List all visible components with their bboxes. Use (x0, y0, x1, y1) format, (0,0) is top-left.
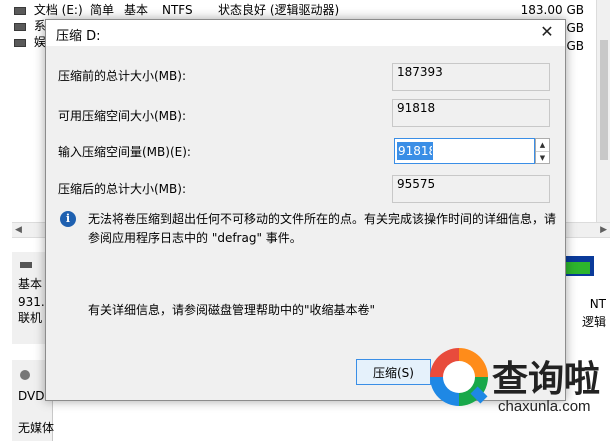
watermark-logo-icon (430, 348, 488, 406)
cdrom-icon (20, 370, 30, 380)
watermark-url: chaxunla.com (498, 398, 591, 415)
drive-icon (14, 6, 26, 15)
dialog-title: 压缩 D: (56, 29, 101, 44)
shrink-amount-input[interactable] (397, 142, 433, 160)
spin-up-icon[interactable]: ▲ (536, 139, 549, 151)
partition-kind-label: 逻辑 (581, 315, 606, 329)
volume-name: 文档 (E:) (33, 3, 83, 17)
cdrom-state: 无媒体 (18, 421, 55, 435)
volume-row[interactable]: 娱 (14, 34, 46, 50)
info-icon: i (60, 211, 76, 227)
volume-status: 状态良好 (逻辑驱动器) (218, 3, 340, 17)
partition-fs-label: NT (589, 297, 606, 311)
volume-layout: 简单 (90, 3, 115, 17)
spin-down-icon[interactable]: ▼ (536, 151, 549, 164)
scroll-right-icon[interactable]: ▶ (600, 225, 607, 235)
help-message: 有关详细信息，请参阅磁盘管理帮助中的"收缩基本卷" (88, 303, 376, 317)
total-after-label: 压缩后的总计大小(MB): (58, 182, 186, 196)
scrollbar-thumb[interactable] (600, 40, 608, 160)
volume-list-scrollbar[interactable] (596, 0, 610, 236)
watermark-title: 查询啦 (492, 359, 601, 400)
volume-row[interactable]: 文档 (E:) 简单 基本 NTFS 状态良好 (逻辑驱动器) (14, 2, 339, 18)
close-icon[interactable]: ✕ (537, 22, 557, 42)
disk-type: 基本 (18, 277, 43, 291)
shrink-amount-label: 输入压缩空间量(MB)(E): (58, 145, 191, 159)
volume-type: 基本 (124, 3, 149, 17)
total-before-value: 187393 (392, 63, 550, 91)
site-watermark: 查询啦 chaxunla.com (430, 348, 608, 420)
volume-fs: NTFS (162, 3, 193, 17)
shrink-amount-field[interactable] (394, 138, 535, 164)
volume-capacity: 183.00 GB (520, 3, 584, 17)
drive-icon (14, 22, 26, 31)
cdrom-type: DVD (18, 389, 45, 403)
volume-row[interactable]: 系 (14, 18, 46, 34)
dialog-titlebar[interactable]: 压缩 D: ✕ (46, 20, 565, 46)
disk-size: 931. (18, 295, 45, 309)
shrink-dialog: 压缩 D: ✕ 压缩前的总计大小(MB): 187393 可用压缩空间大小(MB… (45, 19, 566, 401)
drive-icon (14, 38, 26, 47)
volume-capacity: GB (566, 39, 584, 53)
available-label: 可用压缩空间大小(MB): (58, 109, 186, 123)
shrink-button[interactable]: 压缩(S) (356, 359, 431, 385)
volume-capacity: GB (566, 21, 584, 35)
scroll-left-icon[interactable]: ◀ (15, 225, 22, 235)
info-message: 无法将卷压缩到超出任何不可移动的文件所在的点。有关完成该操作时间的详细信息，请参… (88, 212, 557, 245)
total-after-value: 95575 (392, 175, 550, 203)
disk-icon (20, 262, 32, 268)
shrink-amount-spinner[interactable]: ▲ ▼ (535, 138, 550, 164)
partition-logical-bar (566, 262, 590, 274)
total-before-label: 压缩前的总计大小(MB): (58, 69, 186, 83)
available-value: 91818 (392, 99, 550, 127)
disk-state: 联机 (18, 311, 43, 325)
